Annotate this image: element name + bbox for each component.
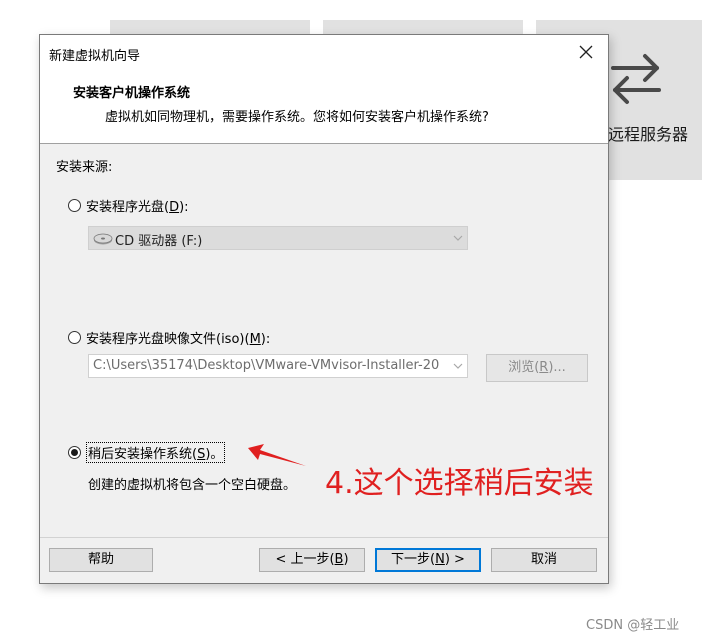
- option-installer-disc-label: 安装程序光盘(D):: [86, 200, 189, 215]
- header-title: 安装客户机操作系统: [73, 86, 191, 101]
- watermark: CSDN @轻工业: [586, 618, 680, 633]
- dialog-titlebar[interactable]: 新建虚拟机向导: [40, 35, 608, 69]
- header-subtitle: 虚拟机如同物理机，需要操作系统。您将如何安装客户机操作系统?: [105, 110, 489, 125]
- radio-install-later[interactable]: [68, 446, 81, 459]
- wizard-header: 安装客户机操作系统 虚拟机如同物理机，需要操作系统。您将如何安装客户机操作系统?: [40, 69, 608, 144]
- dialog-title: 新建虚拟机向导: [49, 49, 141, 64]
- option-installer-disc[interactable]: 安装程序光盘(D):: [68, 196, 189, 215]
- annotation-arrow-icon: [248, 444, 306, 466]
- iso-path-select[interactable]: C:\Users\35174\Desktop\VMware-VMvisor-In…: [88, 354, 468, 378]
- swap-arrows-icon: [611, 54, 661, 104]
- chevron-down-icon: [453, 363, 463, 369]
- iso-path-value: C:\Users\35174\Desktop\VMware-VMvisor-In…: [93, 358, 440, 373]
- wizard-footer: 帮助 < 上一步(B) 下一步(N) > 取消: [40, 538, 608, 583]
- option-installer-iso-label: 安装程序光盘映像文件(iso)(M):: [86, 332, 271, 347]
- cd-drive-value: CD 驱动器 (F:): [115, 234, 203, 249]
- annotation-text: 4.这个选择稍后安装: [325, 466, 594, 501]
- help-button[interactable]: 帮助: [49, 548, 153, 572]
- disk-drive-icon: [93, 233, 113, 245]
- remote-server-label: 远程服务器: [608, 125, 689, 144]
- back-button[interactable]: < 上一步(B): [259, 548, 365, 572]
- close-button[interactable]: [566, 36, 606, 68]
- option-installer-iso[interactable]: 安装程序光盘映像文件(iso)(M):: [68, 328, 270, 347]
- browse-button[interactable]: 浏览(R)...: [486, 354, 588, 382]
- cancel-button[interactable]: 取消: [491, 548, 597, 572]
- install-later-description: 创建的虚拟机将包含一个空白硬盘。: [88, 478, 297, 493]
- cd-drive-select[interactable]: CD 驱动器 (F:): [88, 226, 468, 250]
- radio-installer-iso[interactable]: [68, 331, 81, 344]
- chevron-down-icon: [453, 235, 463, 241]
- radio-installer-disc[interactable]: [68, 199, 81, 212]
- option-install-later[interactable]: 稍后安装操作系统(S)。: [68, 442, 226, 463]
- close-icon: [579, 45, 593, 59]
- next-button[interactable]: 下一步(N) >: [375, 548, 481, 572]
- install-source-label: 安装来源:: [56, 160, 113, 175]
- option-install-later-label: 稍后安装操作系统(S)。: [86, 442, 226, 463]
